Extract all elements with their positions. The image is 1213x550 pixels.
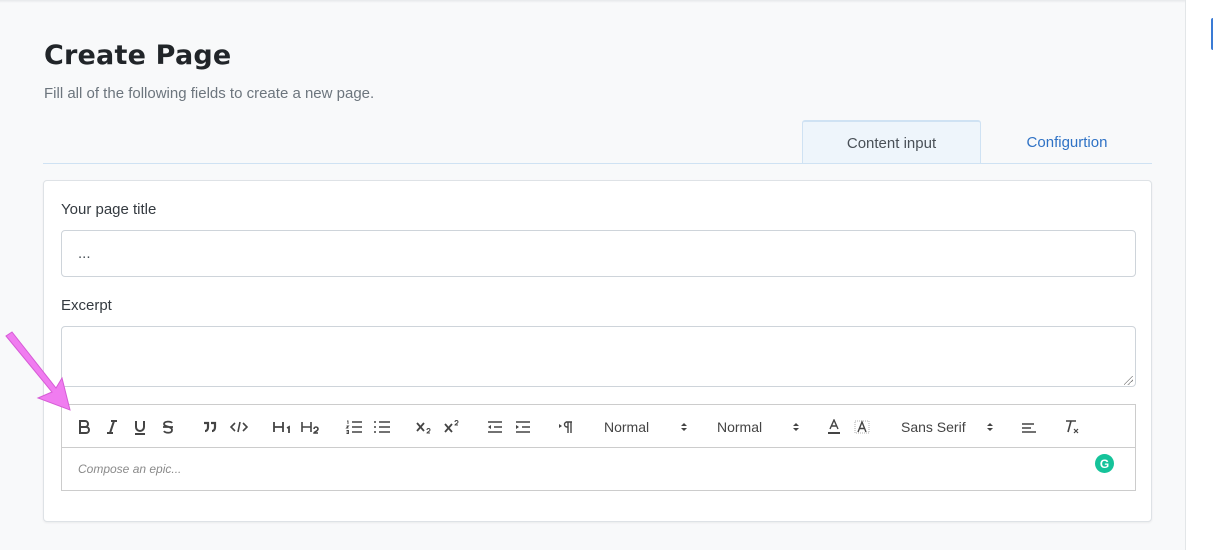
size-picker[interactable]: Normal [717, 417, 805, 437]
editor-placeholder[interactable]: Compose an epic... [78, 462, 181, 476]
rich-text-editor: Normal Normal Sans Serif Compose an epic… [61, 404, 1136, 491]
ordered-list-icon[interactable] [345, 417, 363, 437]
page-title: Create Page [44, 40, 232, 71]
header-picker-label: Normal [604, 419, 650, 435]
outdent-icon[interactable] [486, 417, 504, 437]
tab-configuration[interactable]: Configurtion [982, 120, 1152, 164]
blockquote-icon[interactable] [202, 417, 218, 437]
superscript-icon[interactable] [443, 417, 461, 437]
font-picker-label: Sans Serif [901, 419, 966, 435]
tab-content-input[interactable]: Content input [802, 120, 981, 164]
header-picker[interactable]: Normal [604, 417, 692, 437]
annotation-arrow-icon [5, 331, 71, 411]
chevron-updown-icon [680, 421, 688, 433]
text-color-icon[interactable] [825, 417, 843, 437]
excerpt-textarea[interactable] [61, 326, 1136, 387]
bullet-list-icon[interactable] [373, 417, 391, 437]
grammarly-icon[interactable]: G [1095, 454, 1114, 473]
page-subtitle: Fill all of the following fields to crea… [44, 85, 375, 102]
page-title-input[interactable] [61, 230, 1136, 277]
resize-grip[interactable] [1124, 376, 1133, 385]
clear-format-icon[interactable] [1063, 417, 1081, 437]
top-shadow [0, 0, 1213, 3]
italic-icon[interactable] [104, 417, 120, 437]
chevron-updown-icon [792, 421, 800, 433]
font-picker[interactable]: Sans Serif [901, 417, 997, 437]
subscript-icon[interactable] [415, 417, 433, 437]
h2-icon[interactable] [300, 417, 320, 437]
bold-icon[interactable] [76, 417, 92, 437]
editor-toolbar: Normal Normal Sans Serif [62, 405, 1135, 448]
align-left-icon[interactable] [1020, 417, 1038, 437]
page-title-label: Your page title [61, 201, 157, 218]
background-color-icon[interactable] [853, 417, 871, 437]
h1-icon[interactable] [272, 417, 292, 437]
code-block-icon[interactable] [230, 417, 248, 437]
tabs-divider [43, 163, 1152, 164]
content-card: Your page title Excerpt [43, 180, 1152, 522]
right-side-panel [1185, 0, 1213, 550]
underline-icon[interactable] [132, 417, 148, 437]
size-picker-label: Normal [717, 419, 763, 435]
rtl-direction-icon[interactable] [557, 417, 575, 437]
strike-icon[interactable] [160, 417, 176, 437]
excerpt-label: Excerpt [61, 297, 112, 314]
chevron-updown-icon [986, 421, 994, 433]
indent-icon[interactable] [514, 417, 532, 437]
